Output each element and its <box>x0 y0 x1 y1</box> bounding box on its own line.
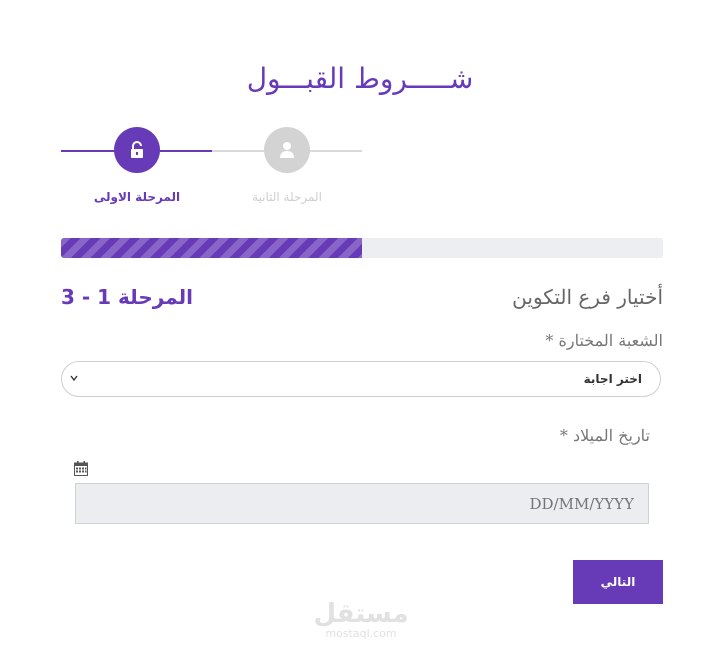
page-title: شـــــروط القبـــول <box>246 62 474 95</box>
birthdate-input[interactable] <box>75 483 649 524</box>
specialty-select[interactable]: اختر اجابة <box>61 361 661 397</box>
watermark-domain: mostaql.com <box>325 627 397 640</box>
specialty-select-value: اختر اجابة <box>583 372 642 386</box>
stage-counter: المرحلة 1 - 3 <box>61 285 193 309</box>
chevron-down-icon <box>70 371 78 385</box>
step-2-label: المرحلة الثانية <box>252 190 322 204</box>
user-icon <box>280 142 294 158</box>
specialty-label: الشعبة المختارة * <box>545 331 663 350</box>
step-line-middle <box>160 150 212 152</box>
section-title: أختيار فرع التكوين <box>512 285 663 309</box>
mostaql-watermark: مستقل mostaql.com <box>313 600 409 640</box>
next-button[interactable]: التالي <box>573 560 663 604</box>
step-1-circle[interactable] <box>114 127 160 173</box>
unlock-icon <box>131 141 143 158</box>
calendar-icon[interactable] <box>74 461 88 480</box>
watermark-logo-text: مستقل <box>313 599 409 629</box>
step-2-circle[interactable] <box>264 127 310 173</box>
step-line-left <box>61 150 121 152</box>
progress-bar <box>61 238 663 258</box>
progress-bar-fill <box>61 238 362 258</box>
step-1-label: المرحلة الاولى <box>93 190 181 204</box>
birthdate-label: تاريخ الميلاد * <box>559 426 650 445</box>
